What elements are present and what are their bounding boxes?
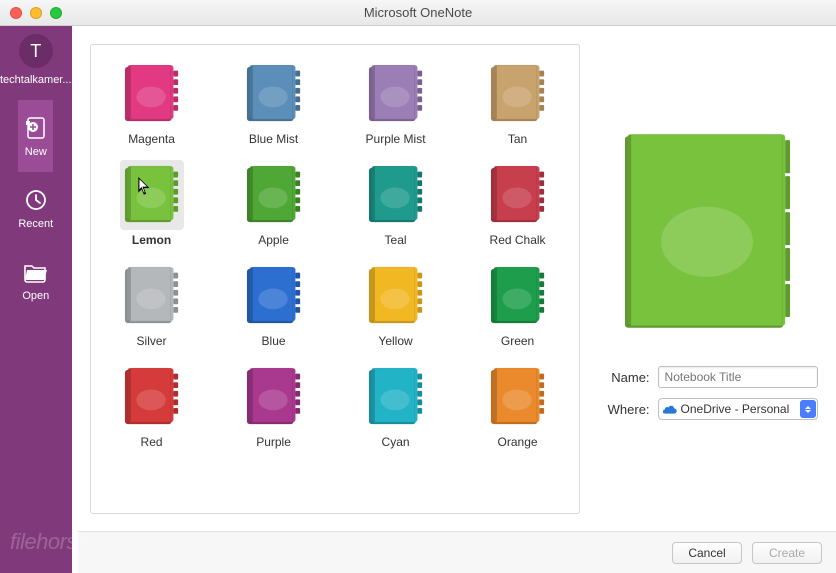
swatch-label: Green	[475, 334, 561, 348]
notebook-icon	[246, 63, 302, 125]
notebook-icon	[490, 265, 546, 327]
titlebar: Microsoft OneNote	[0, 0, 836, 26]
notebook-icon	[124, 164, 180, 226]
swatch-label: Purple Mist	[353, 132, 439, 146]
swatch-label: Silver	[109, 334, 195, 348]
notebook-icon	[246, 366, 302, 428]
notebook-icon	[490, 63, 546, 125]
color-swatch-silver[interactable]: Silver	[105, 257, 199, 352]
swatch-label: Apple	[231, 233, 317, 247]
select-stepper-icon	[800, 400, 816, 418]
swatch-label: Cyan	[353, 435, 439, 449]
notebook-title-input[interactable]	[658, 366, 818, 388]
swatch-label: Red	[109, 435, 195, 449]
where-label: Where:	[598, 402, 650, 417]
account-section[interactable]: T techtalkamer...	[0, 34, 72, 100]
close-window-button[interactable]	[10, 7, 22, 19]
color-swatch-red[interactable]: Red	[105, 358, 199, 453]
color-swatch-orange[interactable]: Orange	[471, 358, 565, 453]
avatar: T	[19, 34, 53, 68]
notebook-preview	[624, 132, 792, 332]
notebook-icon	[368, 164, 424, 226]
sidebar-item-label: Recent	[18, 218, 53, 230]
swatch-label: Blue Mist	[231, 132, 317, 146]
color-swatch-cyan[interactable]: Cyan	[349, 358, 443, 453]
notebook-icon	[124, 63, 180, 125]
zoom-window-button[interactable]	[50, 7, 62, 19]
where-value: OneDrive - Personal	[681, 402, 790, 416]
swatch-label: Lemon	[109, 233, 195, 247]
onedrive-icon	[663, 404, 677, 414]
swatch-label: Purple	[231, 435, 317, 449]
swatch-label: Yellow	[353, 334, 439, 348]
swatch-label: Blue	[231, 334, 317, 348]
color-swatch-blue[interactable]: Blue	[227, 257, 321, 352]
notebook-icon	[490, 164, 546, 226]
where-select[interactable]: OneDrive - Personal	[658, 398, 818, 420]
sidebar-item-label: New	[18, 146, 53, 158]
name-label: Name:	[598, 370, 650, 385]
color-swatch-blue-mist[interactable]: Blue Mist	[227, 55, 321, 150]
swatch-label: Teal	[353, 233, 439, 247]
footer-toolbar: Cancel Create	[78, 531, 836, 573]
sidebar-item-recent[interactable]: Recent	[18, 172, 53, 244]
color-swatch-magenta[interactable]: Magenta	[105, 55, 199, 150]
color-swatch-red-chalk[interactable]: Red Chalk	[471, 156, 565, 251]
swatch-label: Red Chalk	[475, 233, 561, 247]
swatch-label: Orange	[475, 435, 561, 449]
color-swatch-purple[interactable]: Purple	[227, 358, 321, 453]
color-swatch-green[interactable]: Green	[471, 257, 565, 352]
open-icon	[22, 258, 50, 286]
new-icon	[22, 114, 50, 142]
notebook-icon	[124, 265, 180, 327]
sidebar: T techtalkamer... New Recent Open	[0, 26, 72, 573]
swatch-label: Tan	[475, 132, 561, 146]
color-swatch-purple-mist[interactable]: Purple Mist	[349, 55, 443, 150]
color-swatch-tan[interactable]: Tan	[471, 55, 565, 150]
sidebar-item-open[interactable]: Open	[18, 244, 53, 316]
detail-panel: Name: Where: OneDrive - Personal	[598, 26, 836, 573]
notebook-icon	[246, 265, 302, 327]
sidebar-item-label: Open	[18, 290, 53, 302]
color-picker-panel: Magenta Blue Mist Purple Mist Tan Lemon	[90, 44, 580, 514]
window-title: Microsoft OneNote	[0, 5, 836, 20]
swatch-label: Magenta	[109, 132, 195, 146]
account-name: techtalkamer...	[0, 74, 72, 86]
color-swatch-teal[interactable]: Teal	[349, 156, 443, 251]
color-swatch-yellow[interactable]: Yellow	[349, 257, 443, 352]
notebook-icon	[368, 63, 424, 125]
notebook-icon	[368, 366, 424, 428]
notebook-icon	[246, 164, 302, 226]
sidebar-item-new[interactable]: New	[18, 100, 53, 172]
recent-icon	[22, 186, 50, 214]
color-swatch-apple[interactable]: Apple	[227, 156, 321, 251]
color-swatch-lemon[interactable]: Lemon	[105, 156, 199, 251]
notebook-icon	[368, 265, 424, 327]
cancel-button[interactable]: Cancel	[672, 542, 742, 564]
notebook-icon	[490, 366, 546, 428]
create-button[interactable]: Create	[752, 542, 822, 564]
minimize-window-button[interactable]	[30, 7, 42, 19]
notebook-icon	[124, 366, 180, 428]
